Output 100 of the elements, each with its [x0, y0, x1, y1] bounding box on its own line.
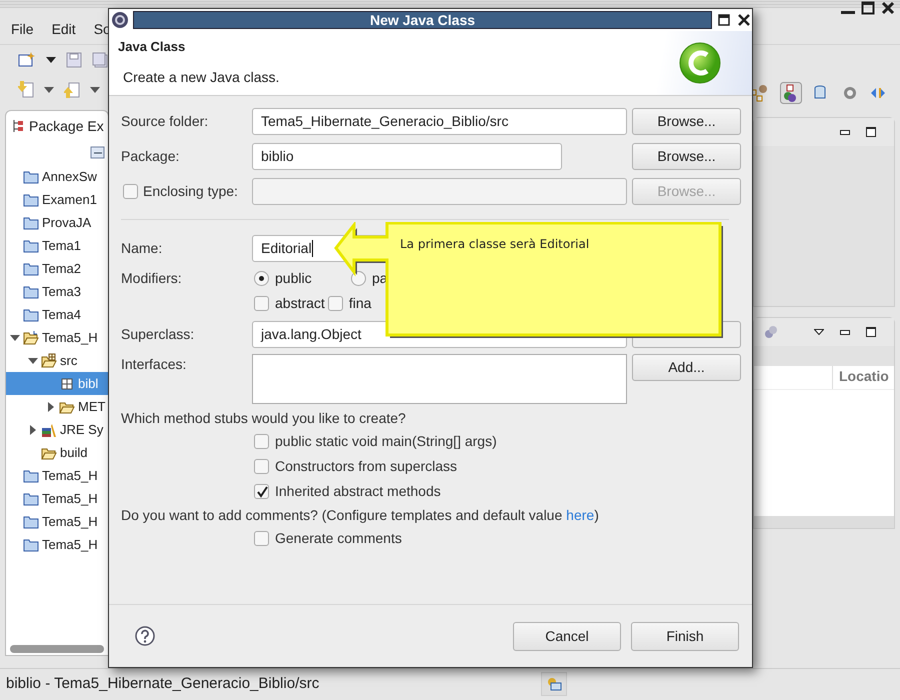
checkbox[interactable] — [254, 459, 269, 474]
tree-item[interactable]: ProvaJA — [42, 212, 92, 232]
save-icon — [66, 52, 82, 68]
tree-item[interactable]: JRE Sy — [60, 420, 104, 440]
folder-icon — [23, 468, 39, 484]
page-heading: Java Class — [118, 38, 186, 56]
interfaces-list[interactable] — [252, 354, 627, 404]
books-icon — [41, 422, 57, 438]
page-description: Create a new Java class. — [122, 68, 280, 86]
view-tab[interactable]: Package Ex — [29, 116, 104, 136]
check-icon — [256, 486, 268, 498]
checkbox[interactable] — [328, 296, 343, 310]
input-field[interactable]: biblio — [252, 143, 562, 170]
minimize-icon — [841, 11, 855, 14]
dropdown-icon — [814, 329, 824, 335]
checkbox[interactable] — [254, 434, 269, 449]
checkbox-label[interactable]: fina — [348, 292, 372, 314]
open-folder-icon — [23, 330, 39, 346]
checkbox-label[interactable]: Generate comments — [275, 528, 402, 549]
checkbox-label[interactable]: public static void main(String[] args) — [275, 431, 497, 452]
input-field[interactable]: Tema5_Hibernate_Generacio_Biblio/src — [252, 108, 627, 135]
scrollbar[interactable] — [10, 645, 104, 653]
minimize-icon — [840, 330, 850, 334]
eclipse-icon — [111, 11, 129, 29]
dropdown-icon — [44, 87, 54, 93]
minimize-icon — [840, 130, 850, 134]
tree-item[interactable]: Tema1 — [42, 236, 82, 256]
tree-item[interactable]: Examen1 — [42, 190, 97, 210]
tree-item[interactable]: Tema5_H — [42, 466, 98, 486]
tree-item[interactable]: src — [60, 350, 78, 370]
add-button[interactable]: Add... — [632, 354, 741, 381]
close-icon — [881, 1, 895, 15]
window-title: New Java Class — [370, 10, 476, 30]
tree-item[interactable]: Tema5_H — [42, 488, 98, 508]
folder-icon — [23, 260, 39, 276]
tree-item[interactable]: Tema5_H — [42, 328, 98, 348]
class-icon — [678, 41, 722, 85]
collapse-icon — [90, 146, 106, 160]
new-file-icon — [18, 52, 36, 68]
tree-item[interactable]: Tema2 — [42, 258, 82, 278]
input-field[interactable] — [252, 178, 627, 205]
folder-icon — [23, 306, 39, 322]
package-icon — [59, 376, 75, 392]
folder-icon — [23, 284, 39, 300]
checkbox-label[interactable]: abstract — [275, 292, 325, 314]
maximize-icon — [866, 327, 876, 337]
checkbox[interactable] — [254, 531, 269, 546]
radio-button[interactable] — [351, 270, 366, 286]
monitor-icon — [546, 676, 562, 692]
tree-item[interactable]: Tema5_H — [42, 512, 98, 532]
folder-icon — [23, 238, 39, 254]
beans-icon — [764, 325, 778, 339]
progress-button[interactable] — [541, 672, 567, 696]
checkbox-label[interactable]: Constructors from superclass — [275, 456, 458, 477]
folder-icon — [23, 168, 39, 184]
dialog-button[interactable]: Cancel — [513, 622, 621, 650]
maximize-icon — [861, 1, 875, 15]
browse-button[interactable]: Browse... — [632, 143, 741, 170]
configure-link[interactable]: here — [566, 507, 594, 523]
folder-icon — [23, 514, 39, 530]
scrollbar[interactable] — [754, 516, 894, 528]
checkbox[interactable] — [254, 484, 269, 499]
tree-item[interactable]: MET — [78, 396, 106, 416]
up-arrow-doc-icon — [64, 81, 80, 99]
folder-icon — [23, 536, 39, 552]
left-right-arrow-icon — [870, 86, 886, 100]
folder-icon — [23, 192, 39, 208]
checkbox-label[interactable]: Inherited abstract methods — [275, 481, 441, 502]
close-icon — [738, 14, 750, 26]
tree-item[interactable]: Tema3 — [42, 282, 82, 302]
browse-button[interactable]: Browse... — [632, 108, 741, 135]
tree-item[interactable]: build — [60, 442, 88, 462]
section-question: Do you want to add comments? (Configure templates and default value here) — [121, 506, 600, 525]
hierarchy-icon — [12, 119, 24, 133]
menu-item[interactable]: Edit — [52, 19, 76, 40]
field-value: Editorial — [261, 239, 312, 258]
dropdown-icon — [90, 87, 100, 93]
section-question: Which method stubs would you like to create? — [121, 408, 407, 428]
save-all-icon — [92, 52, 108, 68]
dialog-button[interactable]: Finish — [631, 622, 739, 650]
field-label: Superclass: — [121, 325, 196, 344]
radio-button[interactable] — [254, 270, 269, 286]
maximize-icon — [866, 127, 876, 137]
tree-item[interactable]: AnnexSw — [42, 166, 97, 186]
field-label: Source folder: — [121, 112, 210, 131]
menu-item[interactable]: File — [11, 19, 34, 40]
checkbox[interactable] — [254, 296, 269, 310]
tree-item[interactable]: Tema4 — [42, 304, 82, 324]
maximize-icon — [718, 14, 730, 26]
help-icon — [135, 626, 155, 646]
dropdown-icon — [46, 57, 56, 63]
callout-text: La primera classe serà Editorial — [400, 237, 590, 251]
package-icon — [780, 82, 802, 104]
package-folder-icon — [41, 352, 57, 368]
field-label: Modifiers: — [121, 268, 183, 288]
field-label: Name: — [121, 239, 164, 258]
folder-icon — [23, 490, 39, 506]
tree-item[interactable]: Tema5_H — [42, 534, 98, 554]
field-label: Package: — [121, 147, 180, 166]
radio-label[interactable]: public — [275, 268, 349, 288]
